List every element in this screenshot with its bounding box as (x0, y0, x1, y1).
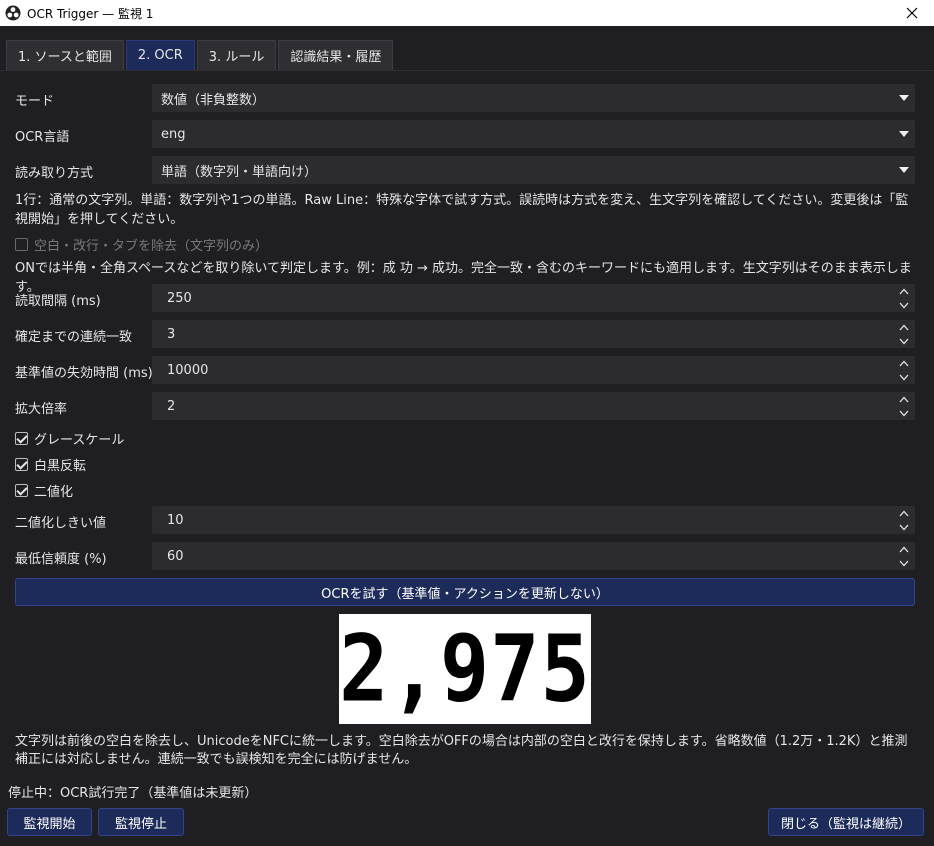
ocr-preview-image: 2,975 (339, 614, 591, 724)
chevron-up-icon[interactable] (893, 284, 915, 298)
close-window-button[interactable] (890, 0, 934, 26)
read-method-value: 単語（数字列・単語向け） (161, 164, 318, 180)
consecutive-label: 確定までの連続一致 (15, 330, 133, 345)
mode-value: 数値（非負整数） (161, 92, 266, 108)
read-method-select[interactable]: 単語（数字列・単語向け） (152, 156, 915, 184)
chevron-down-icon[interactable] (893, 556, 915, 570)
chevron-down-icon[interactable] (893, 156, 915, 184)
chevron-down-icon[interactable] (893, 406, 915, 420)
checkbox-box (15, 432, 28, 445)
obs-icon (5, 5, 21, 21)
scale-label: 拡大倍率 (15, 402, 68, 417)
chevron-down-icon[interactable] (893, 370, 915, 384)
invert-label: 白黒反転 (34, 459, 87, 474)
chevron-up-icon[interactable] (893, 356, 915, 370)
checkbox-box (15, 458, 28, 471)
binarize-label: 二値化 (34, 485, 74, 500)
chevron-up-icon[interactable] (893, 506, 915, 520)
checkbox-box (15, 484, 28, 497)
tab-rules[interactable]: 3. ルール (196, 40, 277, 70)
scale-spinbox[interactable]: 2 (152, 392, 915, 420)
stop-monitoring-button[interactable]: 監視停止 (98, 808, 184, 836)
close-icon (906, 7, 918, 19)
grayscale-label: グレースケール (34, 433, 125, 448)
threshold-value: 10 (167, 512, 184, 528)
tab-source-range[interactable]: 1. ソースと範囲 (6, 40, 124, 70)
checkbox-box (15, 238, 28, 251)
chevron-down-icon[interactable] (893, 520, 915, 534)
consecutive-spinbox[interactable]: 3 (152, 320, 915, 348)
interval-spinbox[interactable]: 250 (152, 284, 915, 312)
ocr-language-select[interactable]: eng (152, 120, 915, 148)
chevron-up-icon[interactable] (893, 392, 915, 406)
min-confidence-label: 最低信頼度 (%) (15, 552, 107, 567)
threshold-spinbox[interactable]: 10 (152, 506, 915, 534)
window-title: OCR Trigger — 監視 1 (27, 6, 154, 21)
read-method-help: 1行：通常の文字列。単語：数字列や1つの単語。Raw Line：特殊な字体で試す… (15, 193, 909, 227)
invert-checkbox[interactable]: 白黒反転 (15, 455, 86, 474)
read-method-label: 読み取り方式 (15, 166, 94, 181)
chevron-down-icon[interactable] (893, 334, 915, 348)
scale-value: 2 (167, 398, 176, 414)
chevron-down-icon[interactable] (893, 298, 915, 312)
chevron-down-icon[interactable] (893, 84, 915, 112)
start-monitoring-button[interactable]: 監視開始 (7, 808, 92, 836)
grayscale-checkbox[interactable]: グレースケール (15, 429, 124, 448)
expire-value: 10000 (167, 362, 209, 378)
consecutive-value: 3 (167, 326, 176, 342)
interval-value: 250 (167, 290, 192, 306)
chevron-up-icon[interactable] (893, 542, 915, 556)
chevron-up-icon[interactable] (893, 320, 915, 334)
interval-label: 読取間隔 (ms) (15, 294, 101, 309)
tab-divider (0, 70, 934, 71)
expire-label: 基準値の失効時間 (ms) (15, 366, 153, 381)
close-button[interactable]: 閉じる（監視は継続） (768, 808, 924, 836)
title-bar: OCR Trigger — 監視 1 (0, 0, 934, 26)
tab-ocr[interactable]: 2. OCR (125, 40, 195, 70)
threshold-label: 二値化しきい値 (15, 516, 107, 531)
strip-whitespace-label: 空白・改行・タブを除去（文字列のみ） (34, 239, 269, 254)
binarize-checkbox[interactable]: 二値化 (15, 481, 73, 500)
ocr-language-value: eng (161, 126, 186, 142)
preview-value: 2,975 (339, 615, 591, 723)
expire-spinbox[interactable]: 10000 (152, 356, 915, 384)
status-text: 停止中：OCR試行完了（基準値は未更新） (8, 786, 258, 801)
min-confidence-spinbox[interactable]: 60 (152, 542, 915, 570)
ocr-language-label: OCR言語 (15, 130, 70, 145)
footer-help: 文字列は前後の空白を除去し、UnicodeをNFCに統一します。空白除去がOFF… (15, 734, 908, 767)
ocr-test-button[interactable]: OCRを試す（基準値・アクションを更新しない） (15, 578, 915, 606)
mode-select[interactable]: 数値（非負整数） (152, 84, 915, 112)
min-confidence-value: 60 (167, 548, 184, 564)
chevron-down-icon[interactable] (893, 120, 915, 148)
mode-label: モード (15, 94, 55, 109)
strip-whitespace-checkbox[interactable]: 空白・改行・タブを除去（文字列のみ） (15, 235, 268, 254)
tab-bar: 1. ソースと範囲 2. OCR 3. ルール 認識結果・履歴 (6, 40, 395, 70)
tab-results-history[interactable]: 認識結果・履歴 (278, 40, 394, 70)
